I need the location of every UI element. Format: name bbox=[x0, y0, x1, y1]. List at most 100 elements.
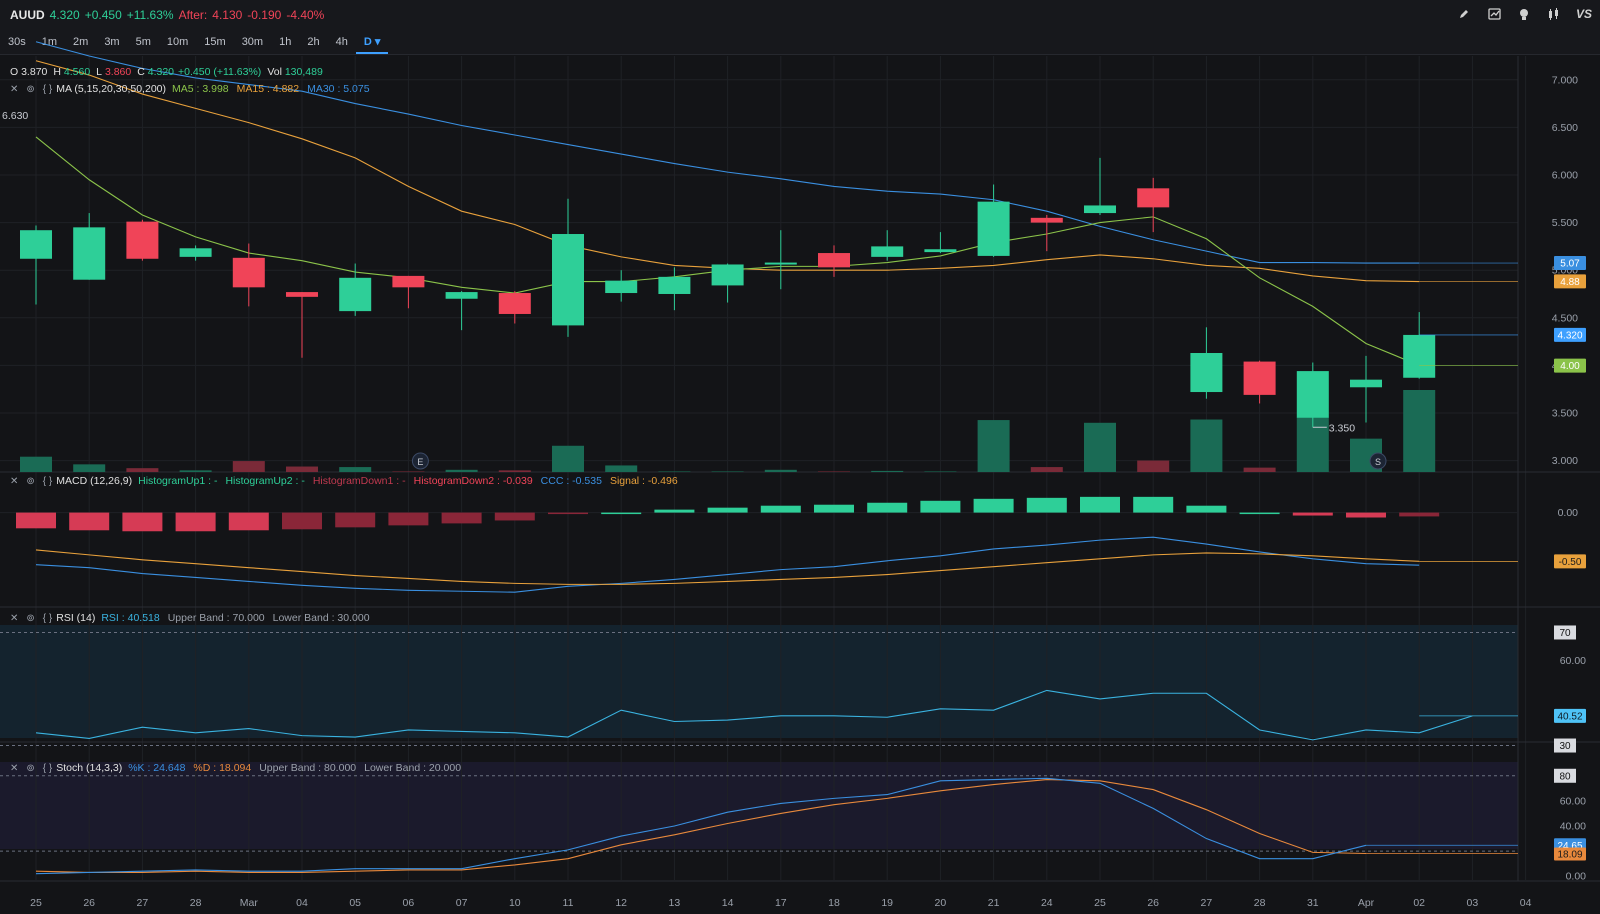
chart-canvas[interactable]: 7.0006.5006.0005.5005.0004.5004.0003.500… bbox=[0, 0, 1600, 914]
macd-histogram-bar bbox=[654, 509, 695, 513]
candle-body bbox=[179, 248, 212, 257]
close-icon[interactable]: ✕ bbox=[10, 613, 18, 624]
ohlc-legend: O 3.870 H 4.560 L 3.860 C 4.320 +0.450 (… bbox=[10, 64, 323, 80]
low-value: 3.860 bbox=[104, 66, 132, 78]
x-axis-label: 05 bbox=[349, 897, 361, 909]
volume-bar bbox=[1030, 467, 1063, 472]
candle-body bbox=[764, 262, 797, 265]
stoch-lower-band: Lower Band : 20.000 bbox=[364, 762, 462, 774]
stoch-d-tag-label: 18.09 bbox=[1557, 850, 1582, 861]
volume-bar bbox=[126, 468, 159, 472]
macd-histogram-bar bbox=[1346, 512, 1386, 518]
ma-legend: ✕ ⊚ { } MA (5,15,20,30,50,200) MA5 : 3.9… bbox=[6, 81, 378, 97]
stoch-tick-label: 0.00 bbox=[1566, 871, 1587, 883]
macd-histogram-bar bbox=[760, 505, 801, 513]
stoch-tick-label: 40.00 bbox=[1560, 821, 1586, 833]
ma-name[interactable]: MA (5,15,20,30,50,200) bbox=[56, 83, 166, 95]
stoch-tick-label: 80 bbox=[1559, 771, 1571, 782]
x-axis-label: 27 bbox=[137, 897, 149, 909]
x-axis-label: 24 bbox=[1041, 897, 1053, 909]
x-axis-label: 18 bbox=[828, 897, 840, 909]
volume-bar bbox=[818, 471, 850, 472]
x-axis-label: 26 bbox=[1147, 897, 1159, 909]
volume-bar bbox=[392, 471, 425, 472]
stoch-k-value: %K : 24.648 bbox=[128, 762, 186, 774]
settings-icon[interactable]: ⊚ bbox=[26, 763, 34, 774]
braces-icon[interactable]: { } bbox=[43, 763, 52, 774]
macd-hist-down2: HistogramDown2 : -0.039 bbox=[413, 475, 533, 487]
macd-histogram-bar bbox=[282, 512, 322, 530]
macd-histogram-bar bbox=[867, 502, 908, 513]
rsi-lower-band: Lower Band : 30.000 bbox=[272, 612, 370, 624]
x-axis-label: 12 bbox=[615, 897, 627, 909]
macd-signal: Signal : -0.496 bbox=[609, 475, 678, 487]
x-axis-label: 28 bbox=[1254, 897, 1266, 909]
braces-icon[interactable]: { } bbox=[43, 476, 52, 487]
candle-body bbox=[658, 276, 691, 294]
candle-body bbox=[126, 221, 159, 259]
close-icon[interactable]: ✕ bbox=[10, 476, 18, 487]
volume-bar bbox=[286, 466, 318, 472]
x-axis-label: 17 bbox=[775, 897, 787, 909]
candle-body bbox=[711, 264, 744, 286]
macd-histogram-bar bbox=[441, 512, 482, 524]
x-axis-label: 21 bbox=[988, 897, 1000, 909]
x-axis-label: 11 bbox=[563, 897, 574, 909]
close-icon[interactable]: ✕ bbox=[10, 763, 18, 774]
stoch-d-value: %D : 18.094 bbox=[193, 762, 252, 774]
candle-body bbox=[818, 253, 850, 268]
volume-bar bbox=[445, 469, 478, 472]
rsi-name[interactable]: RSI (14) bbox=[56, 612, 95, 624]
macd-histogram-bar bbox=[814, 504, 854, 513]
event-marker-label: E bbox=[417, 457, 423, 467]
x-axis-label: 26 bbox=[83, 897, 95, 909]
macd-tick-label: 0.00 bbox=[1558, 507, 1579, 519]
settings-icon[interactable]: ⊚ bbox=[26, 84, 34, 95]
rsi-tag-label: 40.52 bbox=[1557, 711, 1582, 722]
candle-body bbox=[924, 249, 957, 253]
volume-bar bbox=[1084, 422, 1116, 472]
price-tick-label: 6.500 bbox=[1552, 122, 1578, 134]
price-tick-label: 3.000 bbox=[1552, 455, 1578, 467]
macd-histogram-bar bbox=[122, 512, 163, 532]
macd-tag-label: -0.50 bbox=[1559, 557, 1582, 568]
rsi-legend: ✕ ⊚ { } RSI (14) RSI : 40.518 Upper Band… bbox=[6, 610, 378, 626]
settings-icon[interactable]: ⊚ bbox=[26, 613, 34, 624]
candle-body bbox=[1137, 188, 1170, 208]
x-axis-label: 13 bbox=[669, 897, 681, 909]
candle-body bbox=[605, 280, 638, 294]
volume-bar bbox=[871, 470, 904, 472]
macd-histogram-bar bbox=[1292, 512, 1333, 516]
stoch-name[interactable]: Stoch (14,3,3) bbox=[56, 762, 122, 774]
volume-bar bbox=[179, 470, 212, 472]
macd-histogram-bar bbox=[1399, 512, 1440, 517]
braces-icon[interactable]: { } bbox=[43, 613, 52, 624]
x-axis-label: 20 bbox=[935, 897, 947, 909]
settings-icon[interactable]: ⊚ bbox=[26, 476, 34, 487]
close-value: 4.320 bbox=[147, 66, 175, 78]
low-label: L bbox=[96, 66, 103, 78]
price-tick-label: 6.000 bbox=[1552, 169, 1578, 181]
macd-ccc: CCC : -0.535 bbox=[540, 475, 602, 487]
volume-bar bbox=[1190, 419, 1223, 472]
macd-histogram-bar bbox=[1080, 496, 1120, 513]
macd-name[interactable]: MACD (12,26,9) bbox=[56, 475, 132, 487]
rsi-band-fill bbox=[0, 625, 1518, 738]
candle-body bbox=[445, 292, 478, 299]
macd-histogram-bar bbox=[335, 512, 376, 528]
price-tick-label: 7.000 bbox=[1552, 74, 1578, 86]
volume-bar bbox=[552, 445, 584, 472]
ma5-value: MA5 : 3.998 bbox=[172, 83, 229, 95]
price-annotation: 6.630 bbox=[2, 110, 28, 122]
x-axis-label: 27 bbox=[1201, 897, 1213, 909]
high-label: H bbox=[53, 66, 61, 78]
macd-histogram-bar bbox=[16, 512, 56, 529]
macd-hist-down1: HistogramDown1 : - bbox=[312, 475, 406, 487]
candle-body bbox=[552, 234, 584, 326]
close-icon[interactable]: ✕ bbox=[10, 84, 18, 95]
volume-bar bbox=[1137, 460, 1170, 472]
macd-histogram-bar bbox=[1239, 512, 1280, 515]
braces-icon[interactable]: { } bbox=[43, 84, 52, 95]
macd-histogram-bar bbox=[1026, 497, 1067, 513]
volume-bar bbox=[1403, 390, 1436, 472]
